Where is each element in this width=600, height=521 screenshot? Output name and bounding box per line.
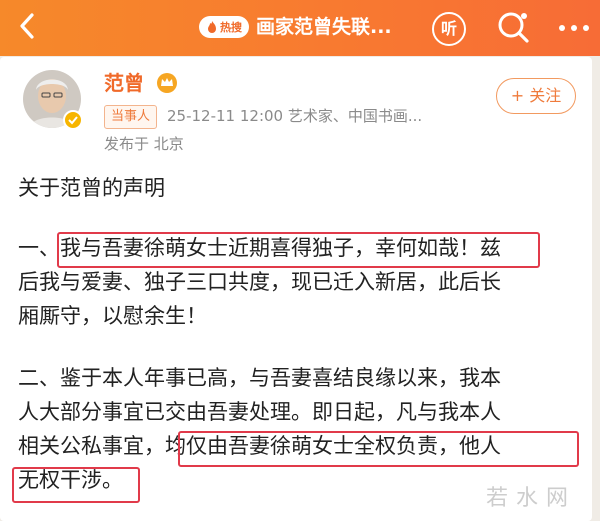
paragraph-2-line-1: 二、鉴于本人年事已高，与吾妻喜结良缘以来，我本 — [18, 366, 501, 390]
paragraph-2-prefix: 相关公私事宜， — [18, 434, 165, 458]
post-meta: 25-12-11 12:00 艺术家、中国书画... — [167, 107, 423, 125]
author-name[interactable]: 范曾 — [104, 70, 144, 96]
verified-badge-icon — [63, 110, 83, 130]
search-icon[interactable] — [494, 8, 532, 46]
highlight-box-2b — [12, 467, 140, 503]
crown-icon — [157, 73, 177, 93]
posted-location: 发布于 北京 — [104, 135, 184, 153]
paragraph-1-line-2: 后我与爱妻、独子三口共度，现已迁入新居，此后长 — [18, 270, 501, 294]
listen-label: 听 — [440, 19, 457, 38]
headphones-icon[interactable]: 听 — [432, 12, 466, 46]
paragraph-1-prefix: 一、 — [18, 236, 60, 260]
chevron-left-icon[interactable] — [10, 8, 46, 44]
paragraph-1-line-3: 厢厮守，以慰余生！ — [18, 304, 207, 328]
highlight-box-2a — [178, 431, 579, 467]
hot-search-label: 热搜 — [220, 21, 242, 34]
page-title[interactable]: 画家范曾失联... — [256, 13, 426, 41]
watermark: 若水网 — [486, 486, 577, 511]
highlight-box-1 — [57, 232, 540, 268]
hot-search-badge[interactable]: 热搜 — [199, 16, 249, 38]
top-bar: 热搜 画家范曾失联... 听 — [0, 0, 600, 56]
statement-heading: 关于范曾的声明 — [18, 176, 165, 200]
more-dots-icon[interactable] — [556, 18, 592, 38]
paragraph-2-line-2: 人大部分事宜已交由吾妻处理。即日起，凡与我本人 — [18, 400, 501, 424]
flame-icon — [208, 21, 216, 33]
role-tag: 当事人 — [104, 105, 158, 129]
follow-button[interactable]: + 关注 — [496, 78, 576, 114]
